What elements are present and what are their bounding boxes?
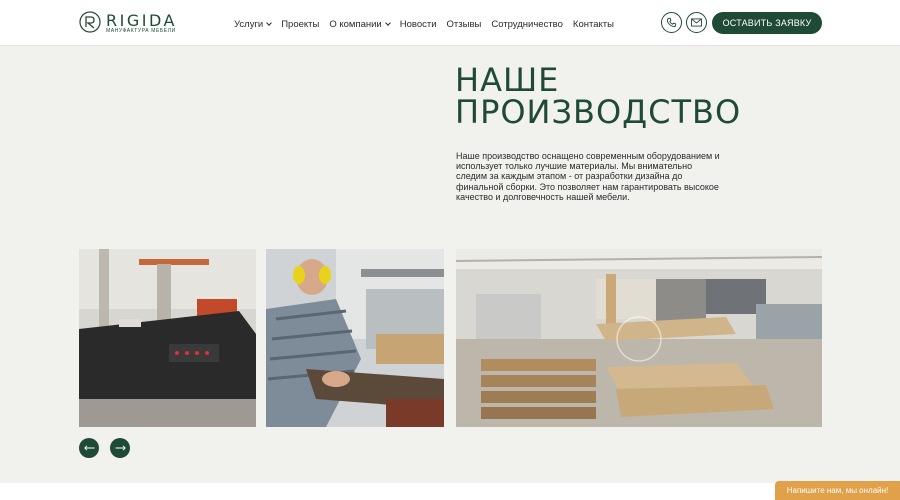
chat-widget-button[interactable]: Напишите нам, мы онлайн! [775, 481, 900, 500]
nav-item-contacts[interactable]: Контакты [573, 17, 614, 31]
title-line-1: НАШЕ [455, 61, 560, 99]
worker-at-saw-photo [266, 249, 444, 427]
nav-label: Новости [399, 18, 437, 30]
phone-icon [666, 17, 677, 28]
nav-item-reviews[interactable]: Отзывы [447, 17, 482, 31]
cnc-machine-photo [79, 249, 256, 427]
arrow-right-icon [115, 445, 126, 451]
next-section-edge [0, 483, 900, 500]
nav-label: Контакты [572, 18, 614, 30]
nav-label: Отзывы [446, 18, 482, 30]
nav-label: Проекты [281, 18, 320, 30]
brand-subtitle: МАНУФАКТУРА МЕБЕЛИ [106, 28, 176, 34]
nav-item-services[interactable]: Услуги [234, 17, 273, 31]
workshop-floor-photo [456, 249, 822, 427]
logo[interactable]: RIGIDA МАНУФАКТУРА МЕБЕЛИ [79, 11, 175, 37]
nav-item-cooperation[interactable]: Сотрудничество [491, 17, 563, 31]
site-header: RIGIDA МАНУФАКТУРА МЕБЕЛИ Услуги Проекты… [0, 0, 900, 46]
nav-item-news[interactable]: Новости [400, 17, 437, 31]
page-title: НАШЕ ПРОИЗВОДСТВО [455, 64, 741, 128]
nav-item-projects[interactable]: Проекты [281, 17, 319, 31]
nav-label: Сотрудничество [491, 18, 563, 30]
nav-item-about[interactable]: О компании [329, 17, 391, 31]
chevron-down-icon [384, 19, 391, 26]
hero-description: Наше производство оснащено современным о… [456, 151, 720, 202]
logo-mark-icon [79, 11, 101, 33]
main-nav: Услуги Проекты О компании Новости Отзывы… [234, 17, 614, 31]
mail-button[interactable] [686, 12, 707, 33]
chevron-down-icon [266, 19, 273, 26]
arrow-left-icon [83, 445, 94, 451]
title-line-2: ПРОИЗВОДСТВО [455, 93, 742, 131]
nav-label: О компании [329, 18, 382, 30]
gallery-prev-button[interactable] [79, 438, 99, 458]
nav-label: Услуги [234, 18, 264, 30]
gallery-next-button[interactable] [110, 438, 130, 458]
request-button[interactable]: ОСТАВИТЬ ЗАЯВКУ [712, 12, 822, 34]
phone-button[interactable] [661, 12, 682, 33]
mail-icon [691, 18, 702, 27]
